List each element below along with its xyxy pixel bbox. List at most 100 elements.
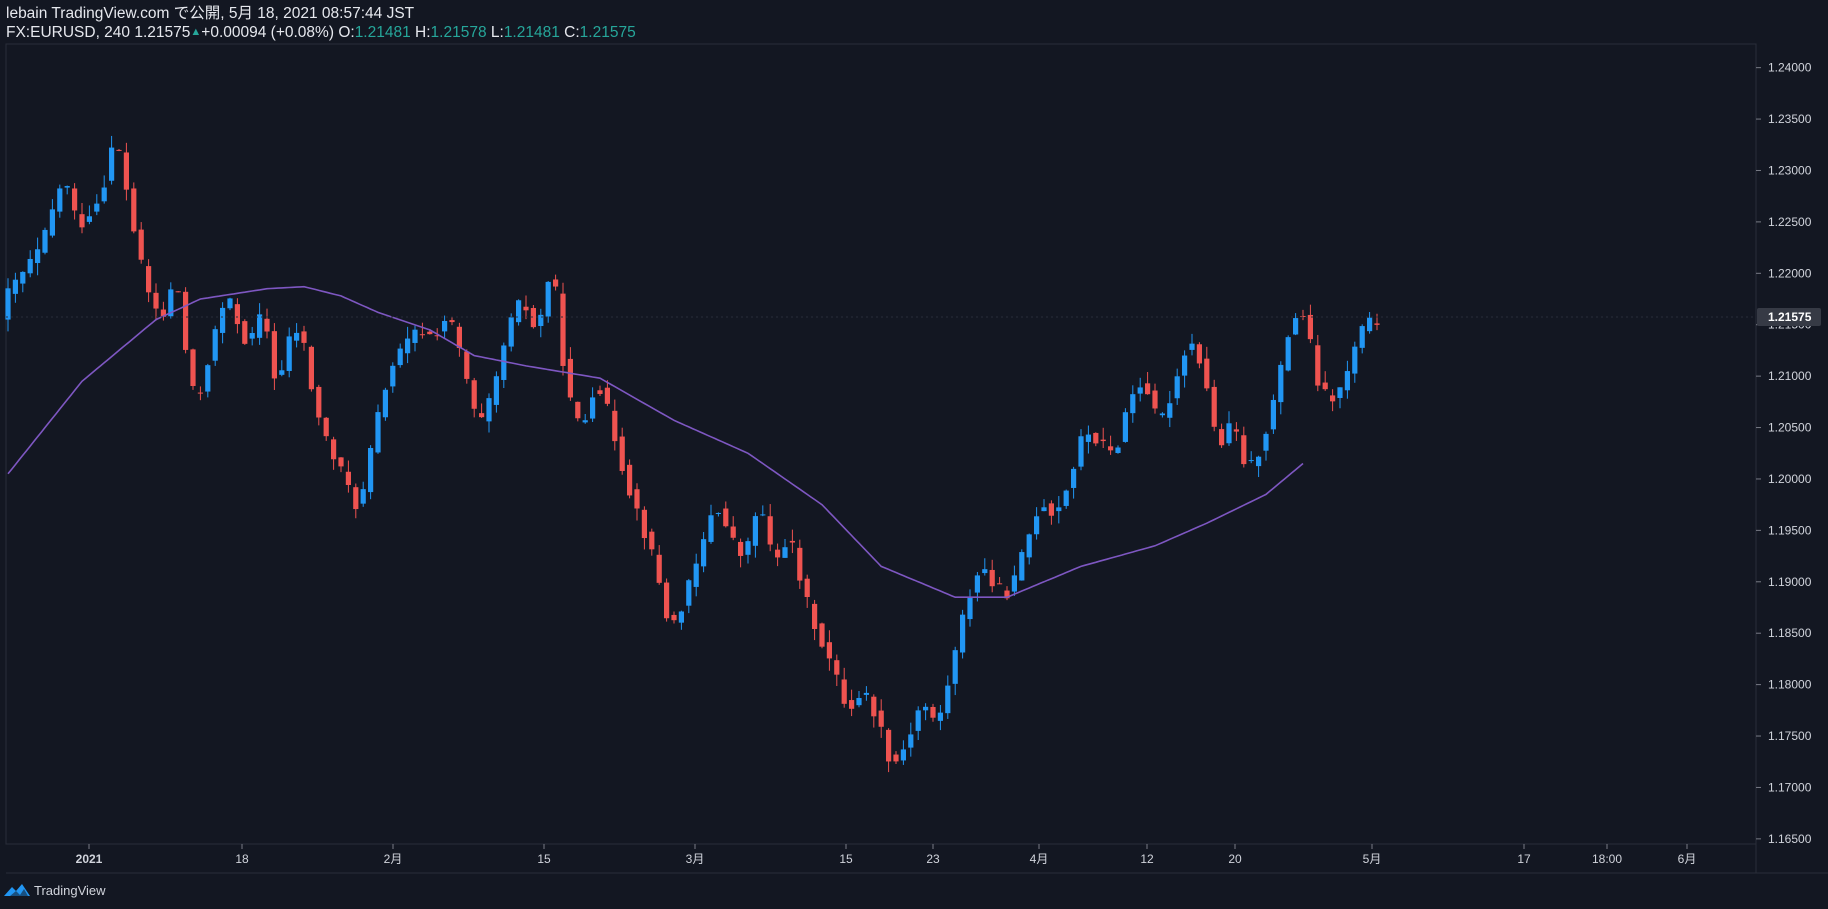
x-tick-label: 20 — [1228, 852, 1242, 866]
price-chart[interactable]: 1.16500 1.17000 1.17500 1.18000 1.18500 1.190… — [0, 0, 1828, 909]
candle-body — [138, 229, 144, 260]
candle — [1174, 368, 1180, 405]
candle — [456, 322, 462, 357]
candle-body — [678, 611, 684, 623]
candle-body — [590, 397, 596, 419]
candle-body — [627, 464, 633, 496]
candle — [937, 704, 943, 731]
candle-body — [1137, 387, 1143, 394]
candle — [1315, 334, 1321, 392]
candle — [227, 297, 233, 311]
candle-body — [664, 582, 670, 619]
candle-body — [989, 569, 995, 587]
candle-body — [1330, 395, 1336, 402]
candle — [989, 559, 995, 593]
candle-body — [190, 349, 196, 387]
candle — [1263, 431, 1269, 461]
y-tick-label: 1.23000 — [1768, 163, 1812, 177]
candle-body — [1322, 382, 1328, 390]
candle-body — [804, 578, 810, 598]
candle — [871, 694, 877, 728]
candle-body — [146, 266, 152, 293]
candle-body — [1285, 337, 1291, 371]
candle — [146, 259, 152, 303]
candle-body — [997, 583, 1003, 585]
candle-body — [553, 279, 559, 287]
candle-body — [1152, 390, 1158, 409]
candle-body — [886, 729, 892, 762]
candle-body — [745, 541, 751, 555]
candle — [308, 345, 314, 392]
candle-body — [634, 489, 640, 509]
candle — [35, 237, 41, 276]
candle — [1300, 309, 1306, 321]
candle — [1063, 489, 1069, 509]
candle-body — [723, 508, 729, 527]
candle-body — [35, 249, 41, 264]
candle — [1367, 312, 1373, 334]
candle — [1307, 304, 1313, 344]
candle-body — [819, 623, 825, 647]
candle — [1337, 387, 1343, 409]
candle — [1359, 324, 1365, 354]
candle-body — [1034, 516, 1040, 535]
candle-body — [86, 216, 92, 222]
candle — [760, 505, 766, 517]
candle — [175, 291, 181, 293]
candle-body — [405, 338, 411, 354]
candle — [1137, 377, 1143, 402]
candle-body — [242, 321, 248, 344]
candle — [1322, 371, 1328, 391]
candle-body — [775, 549, 781, 558]
candle — [664, 578, 670, 622]
y-tick-label: 1.21000 — [1768, 369, 1812, 383]
candle-body — [849, 700, 855, 709]
candle-body — [294, 332, 300, 341]
candle-body — [641, 509, 647, 539]
candle — [79, 202, 85, 234]
footer-brand[interactable]: TradingView — [4, 880, 106, 900]
candle-body — [220, 307, 226, 333]
candle-body — [752, 516, 758, 546]
candle-body — [1248, 460, 1254, 462]
candle-body — [79, 214, 85, 228]
candle — [1041, 499, 1047, 512]
candle — [752, 512, 758, 558]
candle-body — [1196, 344, 1202, 364]
candle-body — [937, 712, 943, 721]
candle — [183, 287, 189, 354]
candle — [1048, 500, 1054, 525]
candle-body — [738, 541, 744, 556]
candle — [930, 703, 936, 722]
candle — [1100, 427, 1106, 448]
candle-body — [863, 692, 869, 695]
candle-body — [1204, 358, 1210, 389]
candle-body — [375, 412, 381, 453]
x-tick-label: 12 — [1140, 852, 1154, 866]
candle-body — [1241, 435, 1247, 465]
y-tick-label: 1.24000 — [1768, 61, 1812, 75]
candle — [390, 362, 396, 393]
candle-body — [308, 346, 314, 390]
candle-body — [1063, 490, 1069, 506]
candle-body — [338, 457, 344, 467]
x-tick-label: 2月 — [384, 852, 403, 866]
candle-body — [582, 420, 588, 423]
candle — [345, 460, 351, 493]
candle-body — [49, 209, 55, 236]
candle-body — [619, 436, 625, 471]
candle-body — [205, 365, 211, 392]
candle-body — [760, 514, 766, 516]
candle-body — [412, 329, 418, 343]
candle — [1019, 549, 1025, 581]
candle-body — [234, 304, 240, 325]
candle — [715, 512, 721, 517]
candle — [1182, 350, 1188, 388]
candle — [419, 322, 425, 339]
candle-body — [316, 386, 322, 418]
candle-body — [72, 188, 78, 211]
candle-body — [331, 439, 337, 460]
candle-body — [952, 650, 958, 684]
x-tick-label: 6月 — [1678, 852, 1697, 866]
candle — [205, 363, 211, 398]
